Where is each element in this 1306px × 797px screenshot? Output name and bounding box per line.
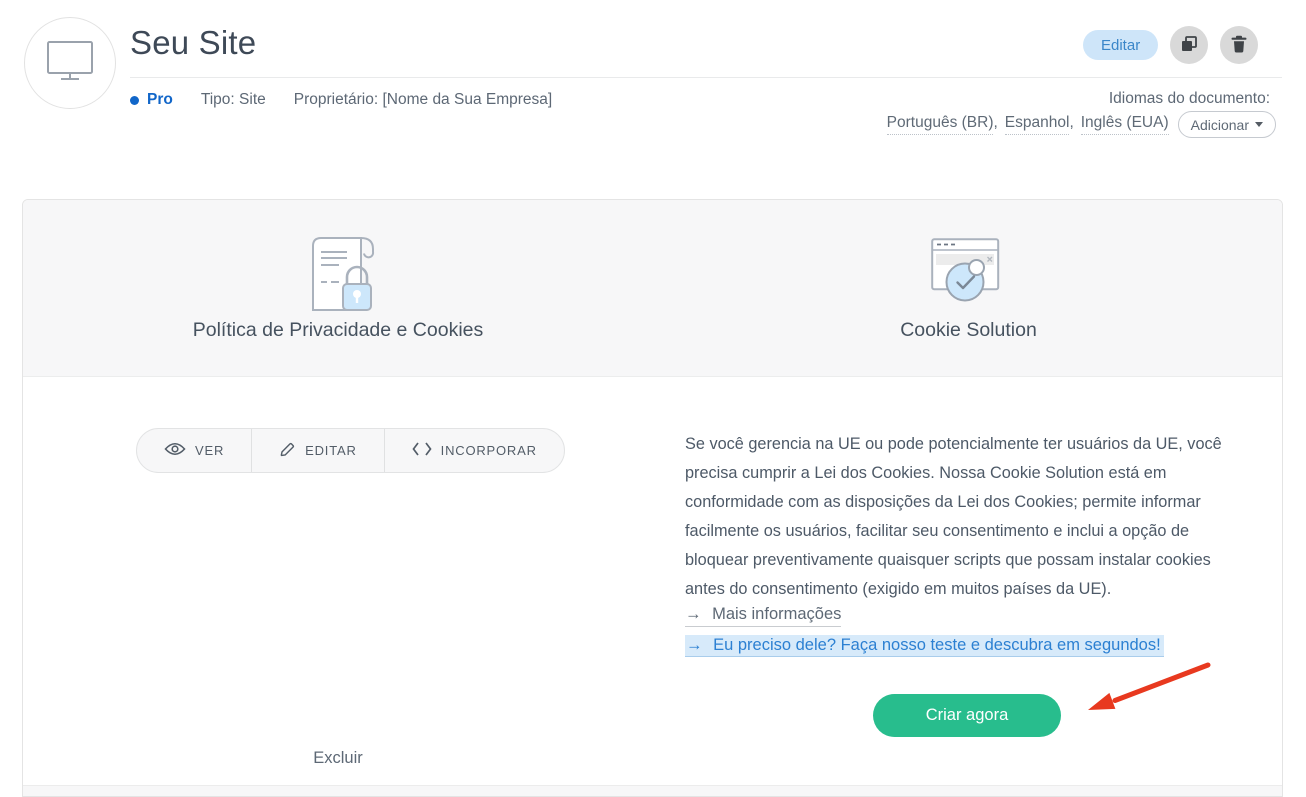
site-avatar [24,17,116,109]
embed-code-icon [412,442,432,459]
chevron-down-icon [1255,122,1263,127]
document-languages-row: Português (BR),Espanhol,Inglês (EUA) Adi… [887,111,1276,138]
page-title: Seu Site [130,24,256,62]
monitor-icon [46,40,94,87]
link-arrow-icon: → [686,636,703,654]
site-type-label: Tipo: Site [201,91,266,109]
pro-dot-icon [130,96,139,105]
cookie-solution-description: Se você gerencia na UE ou pode potencial… [685,430,1245,604]
add-language-button[interactable]: Adicionar [1178,111,1276,138]
duplicate-icon [1180,35,1198,56]
plan-badge-label: Pro [147,91,173,109]
duplicate-button[interactable] [1170,26,1208,64]
language-link[interactable]: Inglês (EUA) [1081,114,1169,135]
eye-icon [164,442,186,459]
create-now-button[interactable]: Criar agora [873,694,1061,737]
browser-cookie-icon [931,238,1001,309]
pencil-icon [279,441,296,461]
site-meta-row: Pro Tipo: Site Proprietário: [Nome da Su… [130,91,552,109]
more-info-link-label: Mais informações [712,605,841,623]
delete-site-button[interactable] [1220,26,1258,64]
header-actions: Editar [1083,26,1258,64]
document-lock-icon [311,234,377,317]
card-footer-strip [23,785,1282,796]
view-button[interactable]: VER [137,429,251,472]
site-dashboard-page: Seu Site Pro Tipo: Site Proprietário: [N… [0,0,1306,797]
language-link[interactable]: Português (BR) [887,114,994,135]
edit-site-button[interactable]: Editar [1083,30,1158,60]
quiz-link-label: Eu preciso dele? Faça nosso teste e desc… [713,636,1161,654]
products-card-header: Política de Privacidade e Cookies Cookie… [23,200,1282,377]
language-link[interactable]: Espanhol [1005,114,1070,135]
embed-button[interactable]: INCORPORAR [384,429,564,472]
privacy-actions-group: VER EDITAR INCORPORAR [136,428,565,473]
privacy-policy-title: Política de Privacidade e Cookies [23,319,653,342]
cookie-solution-title: Cookie Solution [653,319,1284,342]
view-button-label: VER [195,443,224,458]
add-language-label: Adicionar [1191,117,1249,133]
plan-badge: Pro [130,91,173,109]
header-divider [130,77,1282,78]
embed-button-label: INCORPORAR [441,443,537,458]
link-arrow-icon: → [685,605,702,623]
delete-document-link[interactable]: Excluir [23,749,653,768]
language-separator: , [1069,114,1073,132]
edit-document-button[interactable]: EDITAR [251,429,384,472]
site-owner-label: Proprietário: [Nome da Sua Empresa] [294,91,552,109]
language-separator: , [993,114,997,132]
trash-icon [1231,35,1247,56]
document-languages-label: Idiomas do documento: [1109,90,1270,108]
document-languages: Português (BR),Espanhol,Inglês (EUA) [887,114,1169,135]
quiz-link[interactable]: → Eu preciso dele? Faça nosso teste e de… [685,636,1164,655]
more-info-link[interactable]: → Mais informações [685,605,841,624]
edit-document-button-label: EDITAR [305,443,357,458]
products-card: Política de Privacidade e Cookies Cookie… [22,199,1283,797]
